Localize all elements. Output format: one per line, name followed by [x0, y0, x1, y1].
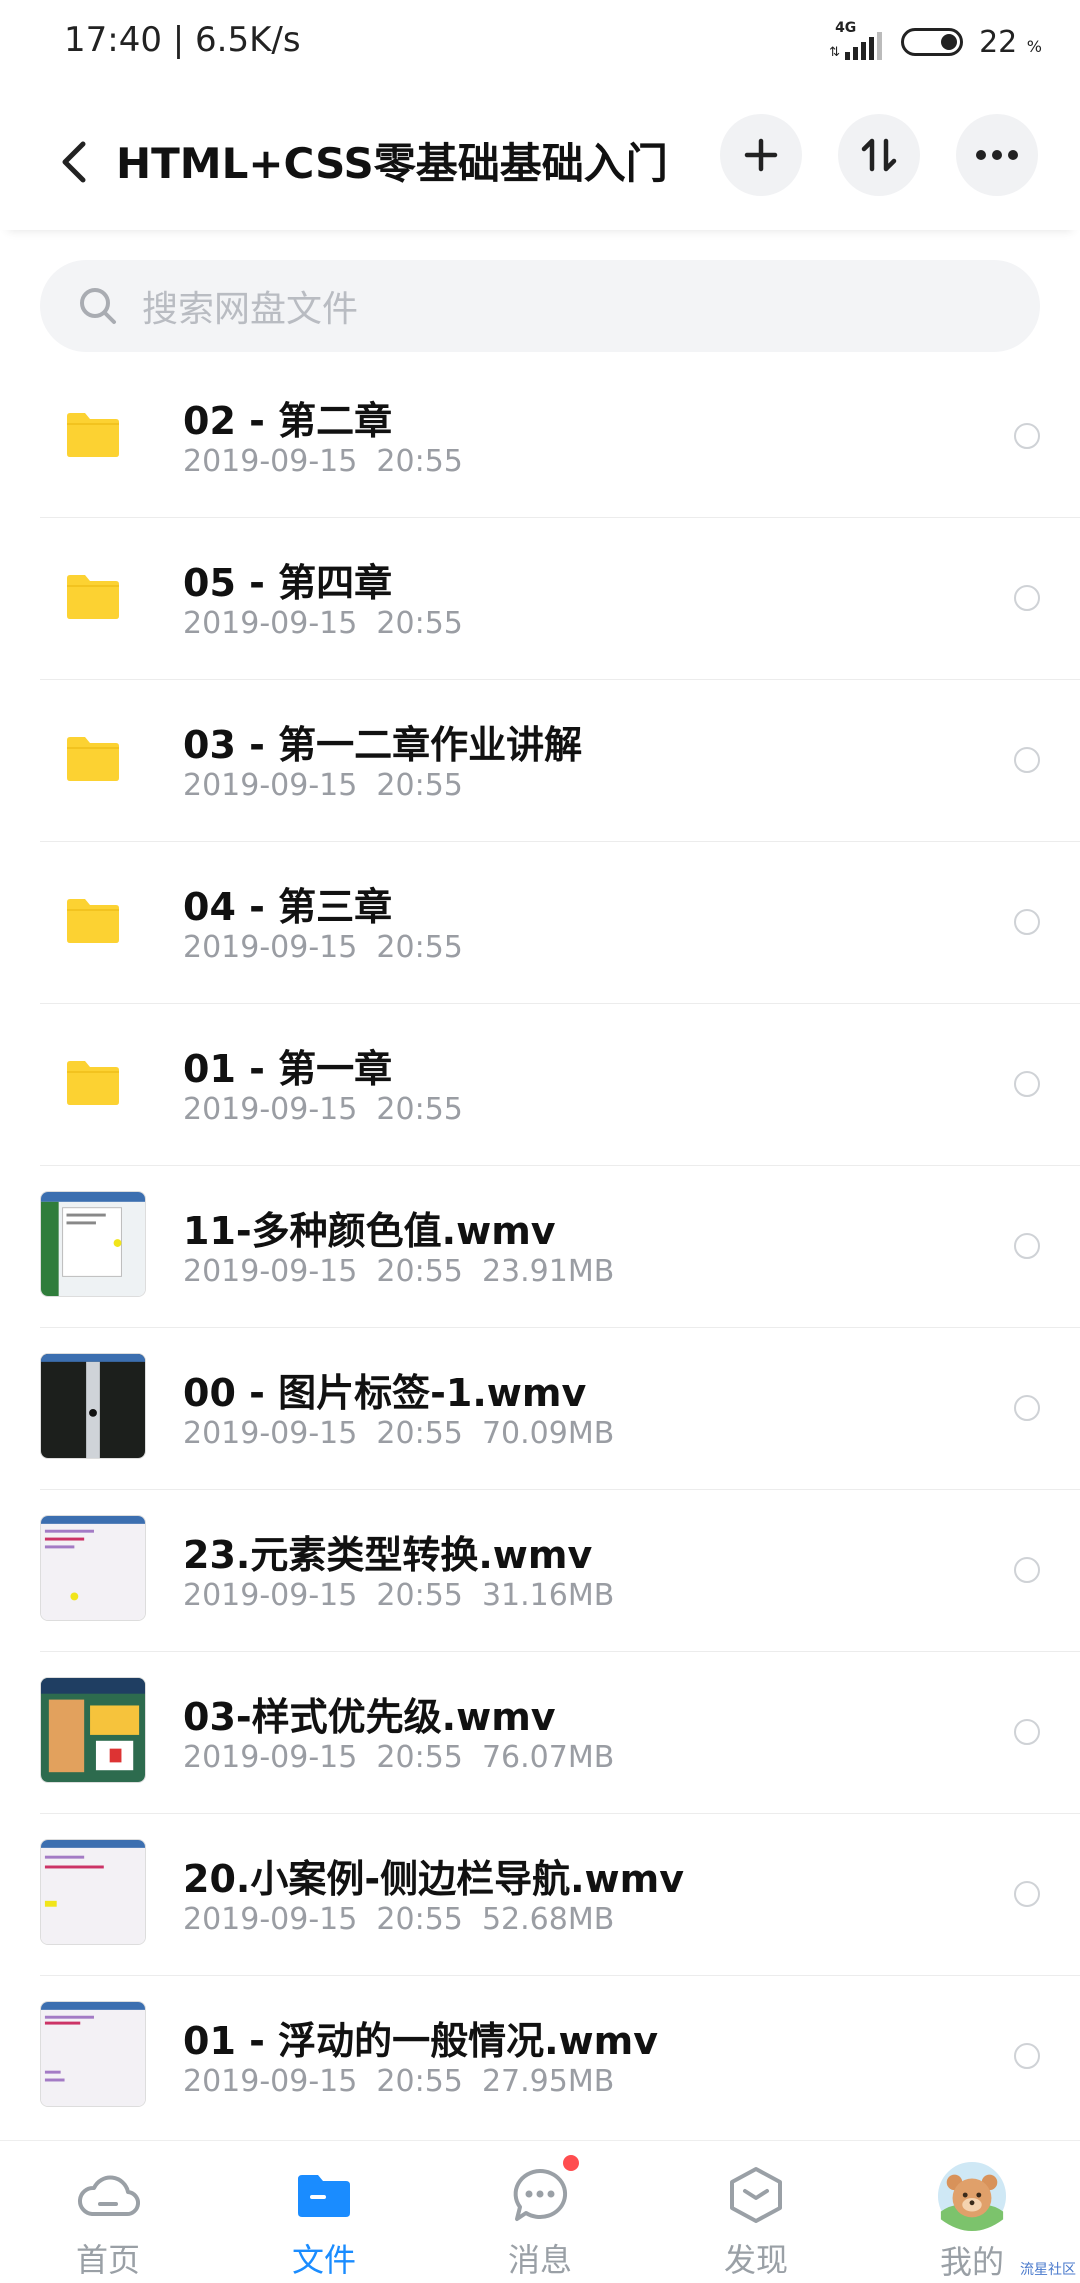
file-row[interactable]: 02 - 第二章 2019-09-15 20:55: [40, 356, 1080, 518]
file-row[interactable]: 03 - 第一二章作业讲解 2019-09-15 20:55: [40, 680, 1080, 842]
watermark: 流星社区: [1020, 2262, 1076, 2278]
file-name: 01 - 浮动的一般情况.wmv: [183, 2019, 659, 2063]
file-name: 23.元素类型转换.wmv: [183, 1533, 593, 1577]
add-button[interactable]: [720, 114, 802, 196]
select-checkbox[interactable]: [1014, 1719, 1040, 1745]
file-meta: 2019-09-15 20:55: [183, 444, 463, 479]
avatar: [937, 2161, 1007, 2231]
file-name: 04 - 第三章: [183, 885, 393, 929]
tab-label: 首页: [75, 2241, 140, 2279]
file-meta: 2019-09-15 20:55 52.68MB: [183, 1902, 615, 1937]
file-name: 01 - 第一章: [183, 1047, 393, 1091]
file-list: 02 - 第二章 2019-09-15 20:55 05 - 第四章 2019-09-…: [0, 356, 1080, 2138]
select-checkbox[interactable]: [1014, 747, 1040, 773]
folder-icon: [289, 2161, 359, 2229]
file-meta: 2019-09-15 20:55 27.95MB: [183, 2064, 615, 2099]
sort-icon: [861, 138, 897, 172]
file-row[interactable]: 20.小案例-侧边栏导航.wmv 2019-09-15 20:55 52.68MB: [40, 1814, 1080, 1976]
file-meta: 2019-09-15 20:55: [183, 768, 463, 803]
search-placeholder: 搜索网盘文件: [142, 289, 359, 330]
tab-label: 我的: [939, 2243, 1004, 2281]
file-name: 20.小案例-侧边栏导航.wmv: [183, 1857, 684, 1901]
select-checkbox[interactable]: [1014, 909, 1040, 935]
notification-badge: [563, 2155, 579, 2171]
folder-icon: [40, 381, 146, 487]
file-row[interactable]: 01 - 第一章 2019-09-15 20:55: [40, 1004, 1080, 1166]
file-row[interactable]: 23.元素类型转换.wmv 2019-09-15 20:55 31.16MB: [40, 1490, 1080, 1652]
file-row[interactable]: 00 - 图片标签-1.wmv 2019-09-15 20:55 70.09MB: [40, 1328, 1080, 1490]
file-row[interactable]: 03-样式优先级.wmv 2019-09-15 20:55 76.07MB: [40, 1652, 1080, 1814]
battery-icon: [901, 28, 964, 56]
select-checkbox[interactable]: [1014, 423, 1040, 449]
tab-label: 文件: [291, 2241, 356, 2279]
select-checkbox[interactable]: [1014, 1071, 1040, 1097]
more-button[interactable]: [956, 114, 1038, 196]
file-meta: 2019-09-15 20:55 31.16MB: [183, 1578, 615, 1613]
file-name: 11-多种颜色值.wmv: [183, 1209, 556, 1253]
select-checkbox[interactable]: [1014, 1557, 1040, 1583]
select-checkbox[interactable]: [1014, 585, 1040, 611]
video-thumbnail: [40, 1839, 146, 1945]
tab-files[interactable]: 文件: [244, 2141, 404, 2281]
discover-icon: [721, 2161, 791, 2229]
video-thumbnail: [40, 1677, 146, 1783]
search-icon: [80, 288, 116, 324]
file-name: 05 - 第四章: [183, 561, 393, 605]
video-thumbnail: [40, 1515, 146, 1621]
video-thumbnail: [40, 1353, 146, 1459]
folder-icon: [40, 543, 146, 649]
tab-label: 发现: [723, 2241, 788, 2279]
tab-discover[interactable]: 发现: [676, 2141, 836, 2281]
file-row[interactable]: 01 - 浮动的一般情况.wmv 2019-09-15 20:55 27.95MB: [40, 1976, 1080, 2138]
cloud-icon: [73, 2161, 143, 2229]
file-meta: 2019-09-15 20:55: [183, 930, 463, 965]
back-button[interactable]: [44, 132, 104, 192]
file-name: 02 - 第二章: [183, 399, 393, 443]
signal-icon: 4G ⇅: [829, 20, 885, 62]
file-name: 00 - 图片标签-1.wmv: [183, 1371, 587, 1415]
more-icon: [976, 150, 1018, 160]
status-indicators: 4G ⇅ 22 %: [829, 20, 1042, 62]
file-row[interactable]: 04 - 第三章 2019-09-15 20:55: [40, 842, 1080, 1004]
tab-messages[interactable]: 消息: [460, 2141, 620, 2281]
file-meta: 2019-09-15 20:55: [183, 606, 463, 641]
chevron-left-icon: [62, 141, 86, 183]
file-meta: 2019-09-15 20:55 70.09MB: [183, 1416, 615, 1451]
folder-icon: [40, 705, 146, 811]
file-meta: 2019-09-15 20:55 76.07MB: [183, 1740, 615, 1775]
file-meta: 2019-09-15 20:55: [183, 1092, 463, 1127]
folder-icon: [40, 867, 146, 973]
status-bar: 17:40 | 6.5K/s 4G ⇅ 22 %: [0, 0, 1080, 90]
file-meta: 2019-09-15 20:55 23.91MB: [183, 1254, 615, 1289]
page-title: HTML+CSS零基础基础入门: [116, 139, 668, 188]
select-checkbox[interactable]: [1014, 1881, 1040, 1907]
tab-home[interactable]: 首页: [28, 2141, 188, 2281]
search-input[interactable]: 搜索网盘文件: [40, 260, 1040, 352]
battery-percent: 22 %: [979, 24, 1042, 60]
file-name: 03 - 第一二章作业讲解: [183, 723, 583, 767]
file-row[interactable]: 05 - 第四章 2019-09-15 20:55: [40, 518, 1080, 680]
header: HTML+CSS零基础基础入门: [0, 100, 1080, 230]
status-time: 17:40 | 6.5K/s: [64, 20, 301, 60]
folder-icon: [40, 1029, 146, 1135]
plus-icon: [744, 138, 778, 172]
tab-label: 消息: [507, 2241, 572, 2279]
select-checkbox[interactable]: [1014, 2043, 1040, 2069]
video-thumbnail: [40, 2001, 146, 2107]
video-thumbnail: [40, 1191, 146, 1297]
sort-button[interactable]: [838, 114, 920, 196]
file-row[interactable]: 11-多种颜色值.wmv 2019-09-15 20:55 23.91MB: [40, 1166, 1080, 1328]
message-icon: [505, 2155, 579, 2229]
select-checkbox[interactable]: [1014, 1395, 1040, 1421]
file-name: 03-样式优先级.wmv: [183, 1695, 556, 1739]
bottom-tab-bar: 首页 文件 消息 发现 我的 流星社区: [0, 2140, 1080, 2281]
select-checkbox[interactable]: [1014, 1233, 1040, 1259]
